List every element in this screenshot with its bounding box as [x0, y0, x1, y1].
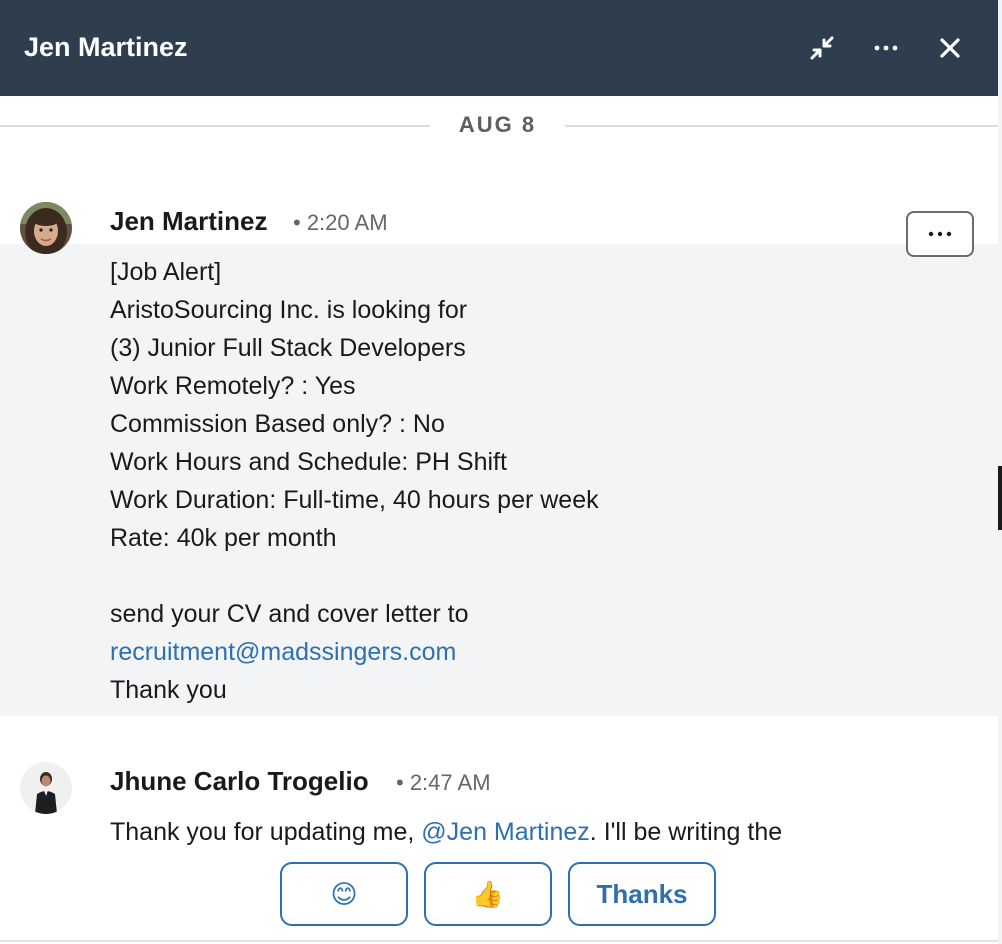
message-line: Work Duration: Full-time, 40 hours per w… — [110, 486, 599, 514]
message-line: Work Remotely? : Yes — [110, 372, 356, 400]
profile-photo — [20, 762, 72, 814]
message-timestamp: • 2:20 AM — [293, 210, 388, 235]
chat-header: Jen Martinez — [0, 0, 998, 96]
date-label: AUG 8 — [458, 112, 537, 137]
thumbs-up-icon: 👍 — [471, 878, 505, 909]
message-line: Thank you — [110, 676, 227, 704]
message-line: AristoSourcing Inc. is looking for — [110, 296, 468, 324]
message-line: [Job Alert] — [110, 258, 222, 286]
message-timestamp: • 2:47 AM — [396, 770, 491, 795]
message-line: Work Hours and Schedule: PH Shift — [110, 448, 507, 476]
message-text: . I'll be writing the — [589, 818, 783, 846]
message-line: Rate: 40k per month — [110, 524, 337, 552]
sender-name[interactable]: Jen Martinez — [110, 206, 268, 237]
message-body: [Job Alert] AristoSourcing Inc. is looki… — [110, 253, 970, 709]
divider-line — [0, 125, 430, 127]
divider — [0, 940, 998, 942]
message-text: Thank you for updating me, — [110, 818, 422, 846]
message-line — [110, 557, 970, 595]
more-icon — [928, 231, 952, 237]
message-line: send your CV and cover letter to — [110, 600, 469, 628]
message-line: Commission Based only? : No — [110, 410, 445, 438]
smile-emoji-reply-button[interactable]: 😊 — [280, 862, 408, 926]
sender-name[interactable]: Jhune Carlo Trogelio — [110, 766, 369, 797]
minimize-icon — [810, 36, 834, 60]
thanks-label: Thanks — [596, 878, 688, 909]
divider-line — [565, 125, 998, 127]
minimize-button[interactable] — [804, 30, 840, 66]
message-line: (3) Junior Full Stack Developers — [110, 334, 466, 362]
date-divider: AUG 8 — [0, 112, 998, 138]
profile-photo — [20, 202, 72, 254]
message-options-button[interactable] — [906, 211, 974, 257]
avatar[interactable] — [20, 202, 72, 254]
conversation-title[interactable]: Jen Martinez — [24, 32, 188, 63]
more-options-button[interactable] — [868, 30, 904, 66]
thanks-reply-button[interactable]: Thanks — [568, 862, 716, 926]
close-icon — [940, 38, 960, 58]
smile-emoji-icon: 😊 — [330, 878, 358, 909]
close-button[interactable] — [932, 30, 968, 66]
email-link[interactable]: recruitment@madssingers.com — [110, 638, 456, 666]
more-icon — [874, 45, 898, 51]
mention-link[interactable]: @Jen Martinez — [421, 818, 590, 846]
message-body: Thank you for updating me, @Jen Martinez… — [110, 813, 970, 847]
edge-fragment — [998, 466, 1002, 530]
avatar[interactable] — [20, 762, 72, 814]
thumbs-up-reply-button[interactable]: 👍 — [424, 862, 552, 926]
